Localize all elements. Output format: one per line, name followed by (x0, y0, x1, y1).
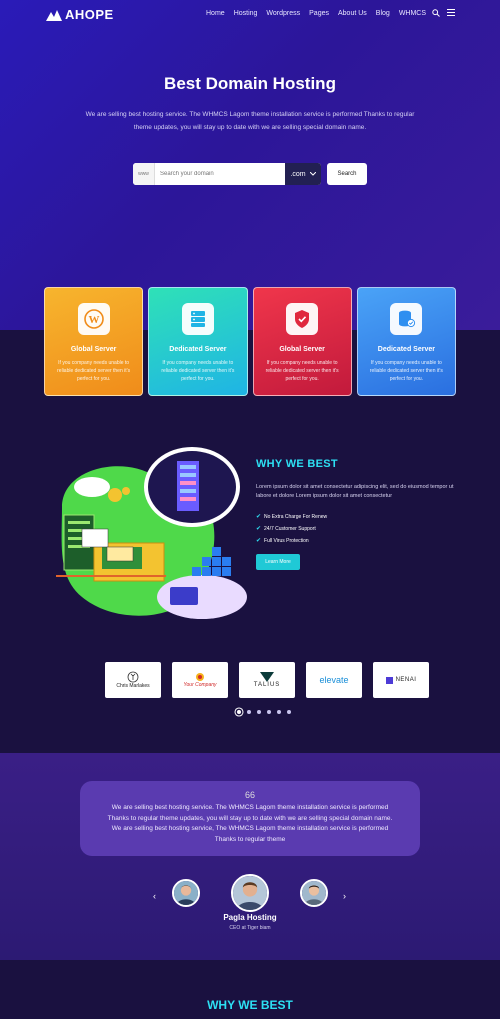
service-card[interactable]: W Global Server If you company needs una… (44, 287, 144, 396)
check-icon: ✔ (256, 526, 262, 532)
service-desc: If you company needs unable to reliable … (369, 360, 443, 382)
carousel-dot[interactable] (257, 710, 261, 714)
talius-mark-icon (260, 672, 274, 682)
nav-item-pages[interactable]: Pages (309, 10, 329, 17)
feature-item: ✔ 24/7 Customer Support (256, 525, 316, 533)
service-card[interactable]: Dedicated Server If you company needs un… (356, 287, 456, 396)
carousel-dot[interactable] (237, 710, 241, 714)
avatar[interactable] (172, 879, 200, 907)
service-title: Global Server (279, 346, 325, 353)
nav-item-whmcs[interactable]: WHMCS (399, 10, 426, 17)
service-card[interactable]: Global Server If you company needs unabl… (252, 287, 352, 396)
prev-arrow-icon[interactable]: ‹ (153, 891, 156, 901)
feature-item: ✔ No Extra Charge For Renew (256, 513, 328, 521)
brand-logo[interactable]: AHOPE (46, 7, 114, 22)
quote-icon: 66 (244, 790, 255, 800)
client-name: TALIUS (253, 682, 281, 688)
client-logo[interactable]: elevate (306, 662, 362, 698)
client-name: NENAI (395, 677, 417, 683)
hamburger-icon[interactable] (447, 9, 455, 18)
section-title: WHY WE BEST (207, 998, 293, 1012)
carousel-dot[interactable] (277, 710, 281, 714)
service-card[interactable]: Dedicated Server If you company needs un… (148, 287, 248, 396)
service-title: Global Server (70, 346, 117, 353)
hero-section: AHOPE Home Hosting Wordpress Pages About… (0, 0, 500, 330)
service-desc: If you company needs unable to reliable … (265, 360, 339, 382)
client-name: elevate (319, 675, 349, 685)
nav-item-about[interactable]: About Us (338, 10, 367, 17)
check-icon: ✔ (256, 514, 262, 520)
nav-item-blog[interactable]: Blog (376, 10, 390, 17)
avatar-active[interactable] (231, 874, 269, 912)
feature-item: ✔ Full Virus Protection (256, 537, 309, 545)
client-name: Your Company (183, 682, 217, 688)
brand-name: AHOPE (65, 7, 114, 22)
carousel-dot[interactable] (267, 710, 271, 714)
nav-item-home[interactable]: Home (206, 10, 225, 17)
feature-label: Full Virus Protection (264, 537, 309, 544)
service-title: Dedicated Server (169, 346, 227, 353)
feature-label: No Extra Charge For Renew (264, 513, 328, 520)
client-logo[interactable]: Your Company (172, 662, 228, 698)
leaf-icon (127, 671, 139, 683)
next-arrow-icon[interactable]: › (343, 891, 346, 901)
carousel-dot[interactable] (247, 710, 251, 714)
client-logos: Chris Marlakes Your Company TALIUS eleva… (105, 662, 429, 698)
service-cards: W Global Server If you company needs una… (44, 287, 456, 396)
service-title: Dedicated Server (377, 346, 435, 353)
testimonial-text: We are selling best hosting service. The… (107, 804, 393, 843)
feature-label: 24/7 Customer Support (264, 525, 316, 532)
learn-more-button[interactable]: Learn More (256, 554, 300, 570)
hero-title: Best Domain Hosting (164, 74, 336, 93)
search-button[interactable]: Search (327, 163, 367, 185)
chevron-down-icon (309, 172, 316, 176)
testimonial-name: Pagla Hosting (223, 913, 277, 922)
search-icon[interactable] (432, 9, 440, 19)
client-logo[interactable]: NENAI (373, 662, 429, 698)
hosting-illustration (56, 447, 247, 619)
top-nav: AHOPE Home Hosting Wordpress Pages About… (0, 0, 500, 30)
service-desc: If you company needs unable to reliable … (161, 360, 235, 382)
main-menu: Home Hosting Wordpress Pages About Us Bl… (206, 10, 426, 17)
database-icon (390, 303, 423, 335)
nav-item-wordpress[interactable]: Wordpress (266, 10, 300, 17)
avatar[interactable] (300, 879, 328, 907)
svg-text:W: W (88, 314, 99, 326)
service-desc: If you company needs unable to reliable … (57, 360, 131, 382)
domain-search: www .com (133, 163, 321, 185)
nenai-mark-icon (385, 676, 393, 684)
shield-icon (286, 303, 319, 335)
logo-icon (46, 9, 62, 21)
hero-subtitle: We are selling best hosting service. The… (85, 111, 415, 131)
domain-search-input[interactable] (155, 163, 285, 185)
www-prefix: www (133, 163, 155, 185)
carousel-dot[interactable] (287, 710, 291, 714)
client-logo[interactable]: Chris Marlakes (105, 662, 161, 698)
client-logo[interactable]: TALIUS (239, 662, 295, 698)
server-icon (181, 303, 214, 335)
carousel-dots (237, 710, 291, 714)
client-name: Chris Marlakes (116, 683, 150, 689)
nav-item-hosting[interactable]: Hosting (234, 10, 258, 17)
testimonial-role: CEO at Tiger biam (229, 925, 271, 931)
tld-select[interactable]: .com (285, 163, 321, 185)
why-text: Lorem ipsum dolor sit amet consectetur a… (256, 484, 454, 499)
sunburst-icon (196, 673, 204, 681)
wordpress-icon: W (77, 303, 110, 335)
check-icon: ✔ (256, 538, 262, 544)
why-title: WHY WE BEST (256, 458, 338, 470)
tld-value: .com (290, 170, 306, 178)
